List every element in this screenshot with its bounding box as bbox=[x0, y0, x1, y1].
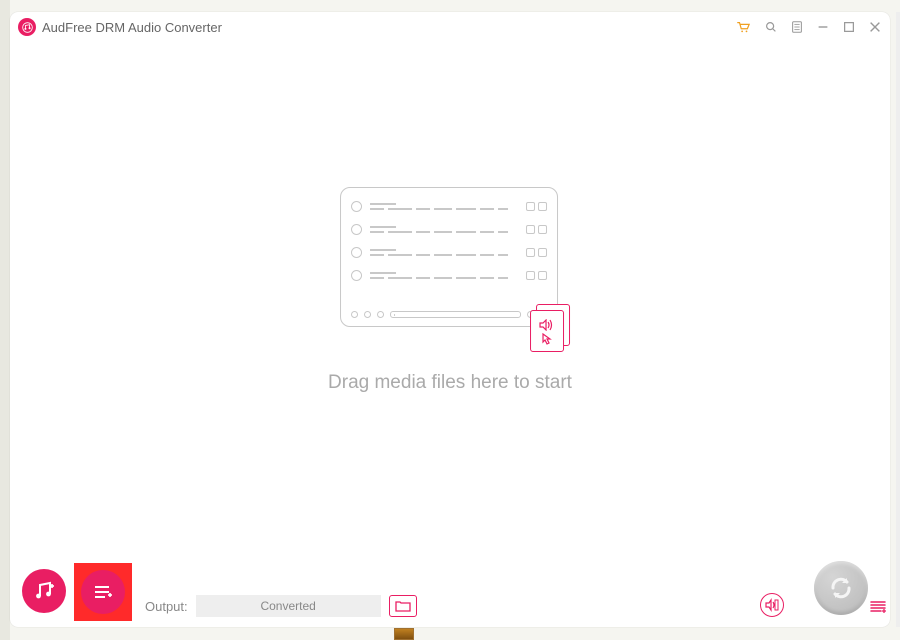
output-folder-display[interactable]: Converted bbox=[196, 595, 381, 617]
playlist-panel-illustration bbox=[340, 187, 558, 327]
drop-illustration bbox=[340, 187, 560, 342]
highlight-annotation bbox=[74, 563, 132, 621]
output-area: Output: Converted bbox=[145, 595, 417, 617]
search-icon[interactable] bbox=[762, 18, 780, 36]
output-label: Output: bbox=[145, 599, 188, 614]
output-format-button[interactable] bbox=[760, 593, 784, 617]
add-music-button[interactable] bbox=[22, 569, 66, 613]
cart-icon[interactable] bbox=[734, 18, 752, 36]
titlebar-controls bbox=[734, 18, 884, 36]
app-window: AudFree DRM Audio Converter bbox=[10, 12, 890, 627]
open-output-folder-button[interactable] bbox=[389, 595, 417, 617]
maximize-icon[interactable] bbox=[840, 18, 858, 36]
app-logo-icon bbox=[18, 18, 36, 36]
drop-zone[interactable]: Drag media files here to start bbox=[328, 87, 572, 394]
add-files-button[interactable] bbox=[81, 570, 125, 614]
audio-file-stack-icon bbox=[530, 304, 570, 352]
minimize-icon[interactable] bbox=[814, 18, 832, 36]
bottom-toolbar: Output: Converted bbox=[10, 552, 890, 627]
app-title: AudFree DRM Audio Converter bbox=[42, 20, 734, 35]
background-panel bbox=[0, 0, 10, 640]
titlebar: AudFree DRM Audio Converter bbox=[10, 12, 890, 42]
convert-button[interactable] bbox=[814, 561, 868, 615]
queue-list-button[interactable] bbox=[866, 593, 890, 617]
drop-hint-text: Drag media files here to start bbox=[328, 372, 572, 394]
menu-icon[interactable] bbox=[788, 18, 806, 36]
right-edge-strip bbox=[896, 12, 900, 627]
close-icon[interactable] bbox=[866, 18, 884, 36]
background-thumbnail bbox=[394, 628, 414, 640]
